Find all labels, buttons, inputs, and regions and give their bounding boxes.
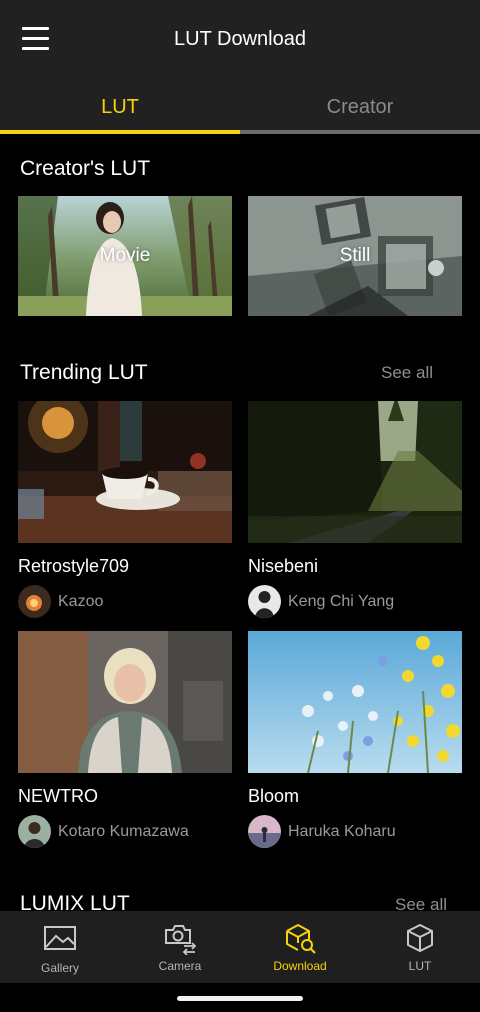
card-movie-label: Movie [99,245,151,266]
bottom-navigation: Gallery Camera Download LUT [0,911,480,983]
trending-item-author[interactable]: Keng Chi Yang [288,593,394,611]
forest-road-thumbnail [248,401,462,543]
nav-camera-label: Camera [158,959,202,973]
trending-item-author[interactable]: Kotaro Kumazawa [58,823,189,841]
tab-lut-label: LUT [101,96,139,118]
avatar-kazoo-image [18,585,51,618]
avatar-kotaro-kumazawa-image [18,815,51,848]
avatar [18,585,51,618]
gesture-bar [0,983,480,1012]
top-app-bar: LUT Download [0,0,480,80]
trending-item-retrostyle709-image[interactable] [18,401,232,543]
coffee-thumbnail [18,401,232,543]
trending-item-nisebeni-image[interactable] [248,401,462,543]
section-title-creators-lut: Creator's LUT [20,157,151,180]
card-still[interactable]: Still [248,196,462,316]
home-indicator[interactable] [177,996,303,1001]
nav-camera[interactable]: Camera [120,911,240,983]
nav-lut-label: LUT [408,959,432,973]
trending-item-author[interactable]: Haruka Koharu [288,823,396,841]
trending-item-author[interactable]: Kazoo [58,593,103,611]
page-title: LUT Download [174,28,306,50]
avatar [18,815,51,848]
nav-lut[interactable]: LUT [360,911,480,983]
tab-creator-label: Creator [326,96,394,118]
trending-see-all-link[interactable]: See all [381,363,433,383]
trending-item-newtro-image[interactable] [18,631,232,773]
tab-creator-indicator [240,130,480,134]
nav-gallery-label: Gallery [40,961,79,975]
tab-creator[interactable]: Creator [240,80,480,134]
card-still-label: Still [339,245,371,266]
nav-download-label: Download [273,959,327,973]
download-lut-icon [286,924,316,954]
trending-item-name[interactable]: Retrostyle709 [18,556,129,577]
gallery-icon [44,926,76,950]
avatar [248,815,281,848]
tab-lut-indicator [0,130,240,134]
nav-download[interactable]: Download [240,911,360,983]
section-title-trending-lut: Trending LUT [20,361,148,384]
tab-bar: LUT Creator [0,80,480,134]
nav-gallery[interactable]: Gallery [0,911,120,983]
avatar-keng-chi-yang-image [248,585,281,618]
avatar [248,585,281,618]
trending-item-bloom-image[interactable] [248,631,462,773]
avatar-haruka-koharu-image [248,815,281,848]
tab-lut[interactable]: LUT [0,80,240,134]
trending-item-name[interactable]: Bloom [248,786,299,807]
portrait-thumbnail [18,631,232,773]
trending-item-name[interactable]: NEWTRO [18,786,98,807]
camera-transfer-icon [165,925,197,955]
trending-item-name[interactable]: Nisebeni [248,556,318,577]
lut-cube-icon [407,924,433,952]
flowers-thumbnail [248,631,462,773]
card-movie[interactable]: Movie [18,196,232,316]
